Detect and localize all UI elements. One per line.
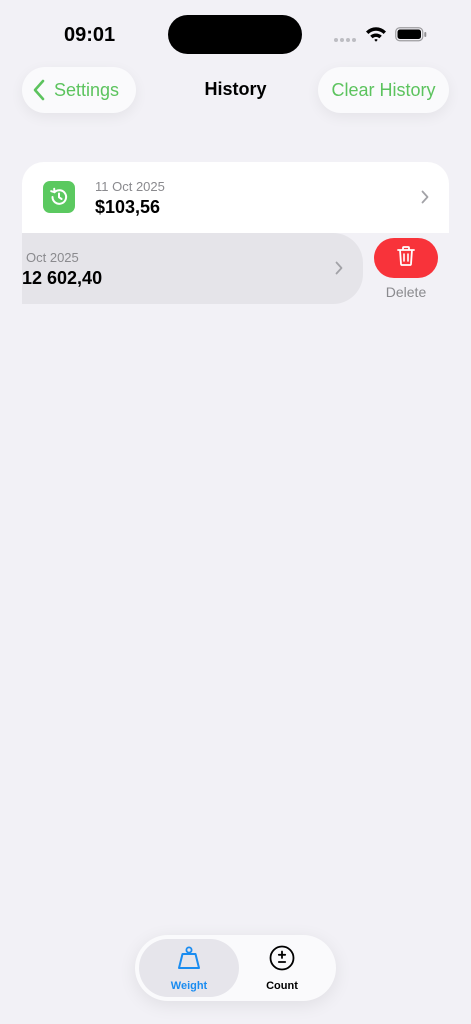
status-time: 09:01 <box>64 24 116 46</box>
history-date: 11 Oct 2025 <box>95 179 165 194</box>
tab-count-label: Count <box>266 979 298 992</box>
delete-label: Delete <box>385 284 427 300</box>
status-bar: 09:01 <box>0 0 471 60</box>
chevron-right-icon <box>335 261 343 280</box>
delete-button[interactable] <box>374 238 438 278</box>
tab-weight[interactable]: Weight <box>139 939 239 997</box>
trash-icon <box>396 245 416 272</box>
tab-weight-label: Weight <box>170 979 208 992</box>
history-amount: $103,56 <box>95 197 161 217</box>
cellular-signal-icon <box>334 38 356 42</box>
wifi-icon <box>365 26 387 47</box>
history-amount: 12 602,40 <box>22 268 103 288</box>
delete-swipe-action[interactable]: Delete <box>374 238 439 300</box>
navigation-bar: Settings History Clear History <box>0 67 471 113</box>
chevron-right-icon <box>421 190 429 209</box>
plus-minus-icon <box>269 945 295 976</box>
clear-history-button[interactable]: Clear History <box>318 67 449 113</box>
battery-icon <box>395 27 427 47</box>
tab-bar: Weight Count <box>135 935 336 1001</box>
dynamic-island <box>168 15 302 54</box>
history-list-item[interactable]: 11 Oct 2025 $103,56 <box>22 162 449 233</box>
tab-count[interactable]: Count <box>232 939 332 997</box>
weight-icon <box>176 945 202 976</box>
history-icon <box>43 181 75 213</box>
history-list-item-swiped[interactable]: Oct 2025 12 602,40 <box>22 233 363 304</box>
history-date: Oct 2025 <box>26 250 79 265</box>
